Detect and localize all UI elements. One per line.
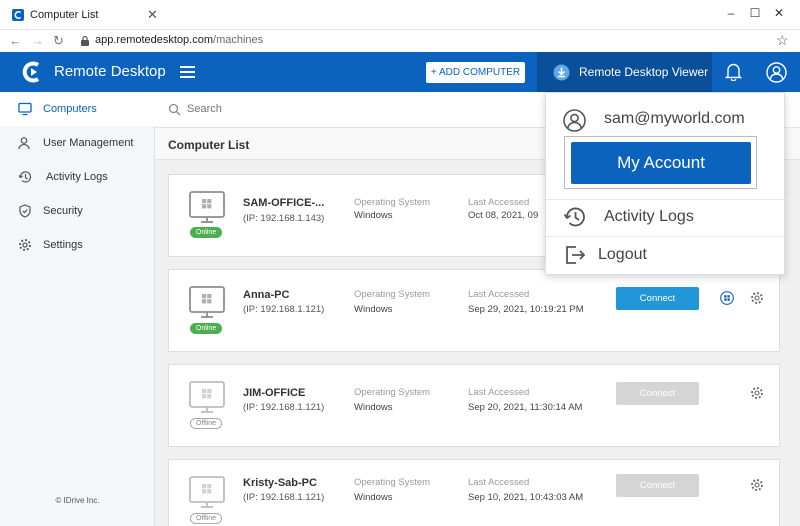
last-accessed-label: Last Accessed	[468, 289, 530, 300]
copyright-text: © IDrive Inc.	[55, 496, 100, 505]
download-icon	[553, 64, 570, 81]
sidebar-item-label: Settings	[43, 239, 83, 251]
menu-divider	[546, 236, 786, 237]
last-accessed-label: Last Accessed	[468, 197, 530, 208]
os-label: Operating System	[354, 387, 431, 398]
sidebar-item-settings[interactable]: Settings	[0, 228, 155, 262]
gear-icon	[19, 239, 31, 251]
lock-icon	[81, 35, 89, 46]
remote-desktop-logo-icon	[22, 61, 40, 83]
add-computer-button[interactable]: + ADD COMPUTER	[426, 62, 525, 83]
forward-icon[interactable]: →	[31, 33, 44, 49]
computer-name[interactable]: Anna-PC	[243, 289, 289, 301]
brand-name[interactable]: Remote Desktop	[54, 63, 166, 80]
computer-ip: (IP: 192.168.1.143)	[243, 213, 325, 224]
computer-card[interactable]: Offline Kristy-Sab-PC (IP: 192.168.1.121…	[168, 459, 780, 526]
os-value: Windows	[354, 304, 393, 315]
settings-gear-icon[interactable]	[750, 386, 764, 400]
os-value: Windows	[354, 402, 393, 413]
sidebar-item-label: Activity Logs	[46, 171, 108, 183]
logout-icon	[566, 246, 586, 264]
menu-toggle-icon[interactable]	[180, 66, 195, 78]
sidebar-item-label: Security	[43, 205, 83, 217]
sidebar-item-user-management[interactable]: User Management	[0, 126, 155, 160]
minimize-icon[interactable]: –	[720, 4, 742, 22]
url-field[interactable]: app.remotedesktop.com/machines	[95, 34, 263, 46]
notification-bell-icon[interactable]	[725, 62, 742, 81]
monitor-icon	[18, 102, 32, 116]
app-favicon-icon	[12, 9, 24, 21]
user-dropdown-menu: sam@myworld.com My Account Activity Logs…	[545, 92, 786, 275]
windows-monitor-icon	[189, 286, 225, 318]
viewer-label: Remote Desktop Viewer	[579, 65, 709, 79]
sidebar-item-activity-logs[interactable]: Activity Logs	[0, 160, 155, 194]
history-icon	[18, 171, 32, 183]
os-value: Windows	[354, 492, 393, 503]
shield-icon	[19, 204, 31, 218]
url-host: app.remotedesktop.com	[95, 34, 214, 46]
history-icon	[563, 207, 585, 227]
user-profile-icon[interactable]	[766, 62, 787, 83]
address-bar: ← → ↻ app.remotedesktop.com/machines ☆	[0, 30, 800, 52]
status-badge: Offline	[190, 418, 222, 429]
status-badge: Offline	[190, 513, 222, 524]
computer-card[interactable]: Offline JIM-OFFICE (IP: 192.168.1.121) O…	[168, 364, 780, 447]
activity-logs-label: Activity Logs	[604, 208, 694, 225]
user-icon	[18, 137, 30, 150]
computer-card[interactable]: Online Anna-PC (IP: 192.168.1.121) Opera…	[168, 269, 780, 352]
settings-gear-icon[interactable]	[750, 478, 764, 492]
os-label: Operating System	[354, 477, 431, 488]
reload-icon[interactable]: ↻	[53, 33, 64, 49]
my-account-focus-box: My Account	[564, 136, 757, 189]
window-close-icon[interactable]: ✕	[768, 4, 790, 22]
windows-monitor-icon	[189, 191, 225, 223]
account-circle-icon	[563, 109, 586, 132]
page-title: Computer List	[168, 138, 250, 152]
computer-ip: (IP: 192.168.1.121)	[243, 492, 325, 503]
sidebar-item-computers[interactable]: Computers	[0, 92, 155, 126]
windows-monitor-icon	[189, 476, 225, 508]
remote-desktop-viewer-button[interactable]: Remote Desktop Viewer	[537, 52, 712, 92]
last-accessed-value: Oct 08, 2021, 09	[468, 210, 539, 221]
os-label: Operating System	[354, 289, 431, 300]
windows-apps-icon[interactable]	[720, 291, 734, 305]
connect-button[interactable]: Connect	[616, 474, 699, 497]
os-value: Windows	[354, 210, 393, 221]
last-accessed-value: Sep 20, 2021, 11:30:14 AM	[468, 402, 583, 413]
last-accessed-value: Sep 10, 2021, 10:43:03 AM	[468, 492, 584, 503]
status-badge: Online	[190, 227, 222, 238]
logout-label: Logout	[598, 246, 647, 263]
sidebar-item-label: Computers	[43, 103, 97, 115]
windows-monitor-icon	[189, 381, 225, 413]
tab-close-icon[interactable]: ✕	[147, 7, 158, 23]
computer-name[interactable]: JIM-OFFICE	[243, 387, 305, 399]
maximize-icon[interactable]: ☐	[744, 4, 766, 22]
bookmark-star-icon[interactable]: ☆	[776, 32, 789, 49]
last-accessed-value: Sep 29, 2021, 10:19:21 PM	[468, 304, 584, 315]
url-path: /machines	[213, 34, 264, 46]
sidebar-item-label: User Management	[43, 137, 134, 149]
search-input[interactable]	[187, 103, 487, 115]
computer-name[interactable]: SAM-OFFICE-...	[243, 197, 324, 209]
connect-button[interactable]: Connect	[616, 382, 699, 405]
os-label: Operating System	[354, 197, 431, 208]
browser-tab-title[interactable]: Computer List	[30, 9, 98, 21]
computer-name[interactable]: Kristy-Sab-PC	[243, 477, 317, 489]
connect-button[interactable]: Connect	[616, 287, 699, 310]
settings-gear-icon[interactable]	[750, 291, 764, 305]
computer-ip: (IP: 192.168.1.121)	[243, 304, 325, 315]
computer-ip: (IP: 192.168.1.121)	[243, 402, 325, 413]
user-email: sam@myworld.com	[604, 110, 745, 127]
browser-titlebar: Computer List ✕ – ☐ ✕	[0, 0, 800, 30]
my-account-button[interactable]: My Account	[571, 142, 751, 184]
status-badge: Online	[190, 323, 222, 334]
sidebar-item-security[interactable]: Security	[0, 194, 155, 228]
menu-divider	[546, 199, 786, 200]
back-icon[interactable]: ←	[9, 33, 22, 49]
last-accessed-label: Last Accessed	[468, 477, 530, 488]
search-icon	[168, 103, 181, 116]
last-accessed-label: Last Accessed	[468, 387, 530, 398]
sidebar: Computers User Management Activity Logs …	[0, 92, 155, 526]
